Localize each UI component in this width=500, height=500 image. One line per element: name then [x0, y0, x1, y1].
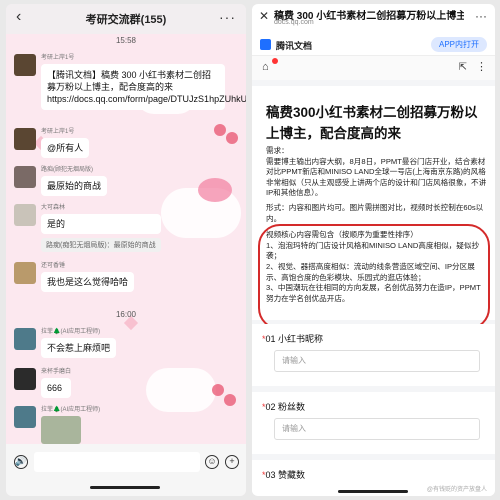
- more-icon[interactable]: ···: [475, 9, 487, 23]
- message-bubble[interactable]: 【腾讯文档】稿费 300 小红书素材二创招募万粉以上博主，配合度高的来 http…: [41, 64, 246, 110]
- sender-name: 考研上岸1号: [41, 55, 75, 61]
- question-card: *02 粉丝数 请输入: [252, 392, 495, 454]
- message-item[interactable]: 大可森林 是的 路痴(痴犯无烟局版)：最原始的商战: [14, 204, 161, 252]
- home-indicator: [338, 490, 408, 493]
- sender-name: 拉菲🌲(AI应用工程师): [41, 407, 101, 413]
- question-card: *03 赞藏数: [252, 460, 495, 480]
- page-domain: docs.qq.com: [274, 19, 314, 26]
- timestamp: 16:00: [115, 310, 137, 319]
- home-icon[interactable]: ⌂: [262, 61, 269, 73]
- more-menu-icon[interactable]: ⋮: [476, 60, 487, 73]
- watermark: @有钱贬的资产放盘人: [426, 487, 487, 493]
- screenshot-root: ‹ 考研交流群(155) ··· 15:58 考研上岸1号 【腾讯文档】稿费 3…: [0, 0, 500, 500]
- avatar[interactable]: [14, 368, 36, 390]
- message-bubble[interactable]: 最原始的商战: [41, 176, 108, 196]
- message-item[interactable]: 路痴(顾犯无烟局版) 最原始的商战: [14, 166, 108, 196]
- sender-name: 路痴(顾犯无烟局版): [41, 167, 93, 173]
- question-card: *01 小红书昵称 请输入: [252, 324, 495, 386]
- follower-count-input[interactable]: 请输入: [274, 418, 480, 440]
- message-bubble[interactable]: 666: [41, 378, 72, 398]
- message-item[interactable]: 考研上岸1号 @所有人: [14, 128, 90, 158]
- app-banner: 腾讯文档 APP内打开: [252, 34, 495, 56]
- form-title: 稿费300小红书素材二创招募万粉以上博主，配合度高的来: [266, 105, 478, 141]
- question-label: *02 粉丝数: [262, 402, 306, 412]
- form-panel: ✕ 稿费 300 小红书素材二创招募万粉以上博主 docs.qq.com ···…: [252, 4, 495, 496]
- notification-badge: [272, 58, 278, 64]
- message-bubble[interactable]: @所有人: [41, 138, 90, 158]
- sender-name: 拉菲🌲(AI应用工程师): [41, 329, 101, 335]
- sender-name: 来杯手磨白: [41, 369, 72, 375]
- message-item[interactable]: 拉菲🌲(AI应用工程师): [14, 406, 100, 444]
- form-header-card: 稿费300小红书素材二创招募万粉以上博主，配合度高的来 需求： 需要博主输出内容大…: [252, 86, 495, 330]
- chat-input-bar: 🔊 ☺ +: [6, 444, 246, 496]
- message-bubble[interactable]: 是的: [41, 214, 161, 234]
- avatar[interactable]: [14, 128, 36, 150]
- message-item[interactable]: 来杯手磨白 666: [14, 368, 72, 398]
- avatar[interactable]: [14, 166, 36, 188]
- message-item[interactable]: 还可香锤 我也是这么觉得哈哈: [14, 262, 135, 292]
- browser-header: ✕ 稿费 300 小红书素材二创招募万粉以上博主 docs.qq.com ···: [252, 4, 495, 30]
- back-icon[interactable]: ‹: [16, 8, 21, 26]
- desc-line: 形式：内容和图片均可。图片需拼图对比，视频时长控制在60s以内。: [266, 202, 484, 223]
- brand-name: 腾讯文档: [276, 41, 313, 51]
- page-footer: @有钱贬的资产放盘人: [252, 480, 495, 496]
- sender-name: 大可森林: [41, 205, 66, 211]
- open-in-app-button[interactable]: APP内打开: [430, 37, 487, 52]
- quoted-message[interactable]: 路痴(痴犯无烟局版)：最原始的商战: [41, 238, 161, 252]
- red-highlight-annotation: [258, 224, 490, 330]
- home-indicator: [90, 486, 160, 489]
- timestamp: 15:58: [115, 36, 137, 45]
- sender-name: 还可香锤: [41, 263, 66, 269]
- desc-line: 需求：: [266, 146, 289, 155]
- message-bubble[interactable]: 不会惹上麻烦吧: [41, 338, 117, 358]
- nickname-input[interactable]: 请输入: [274, 350, 480, 372]
- image-message[interactable]: [41, 416, 81, 444]
- sender-name: 考研上岸1号: [41, 129, 75, 135]
- voice-icon[interactable]: 🔊: [14, 455, 28, 469]
- message-bubble[interactable]: 我也是这么觉得哈哈: [41, 272, 135, 292]
- message-item[interactable]: 考研上岸1号 【腾讯文档】稿费 300 小红书素材二创招募万粉以上博主，配合度高…: [14, 54, 246, 110]
- close-icon[interactable]: ✕: [259, 9, 269, 23]
- message-list[interactable]: 15:58 考研上岸1号 【腾讯文档】稿费 300 小红书素材二创招募万粉以上博…: [6, 34, 246, 444]
- chat-title: 考研交流群(155): [85, 14, 167, 26]
- doc-toolbar: ⌂ ⇱ ⋮: [252, 56, 495, 80]
- message-item[interactable]: 拉菲🌲(AI应用工程师) 不会惹上麻烦吧: [14, 328, 117, 358]
- tencent-docs-logo-icon: [260, 39, 271, 50]
- plus-icon[interactable]: +: [225, 455, 239, 469]
- avatar[interactable]: [14, 204, 36, 226]
- chat-header: ‹ 考研交流群(155) ···: [6, 4, 246, 34]
- emoji-icon[interactable]: ☺: [205, 455, 219, 469]
- message-input[interactable]: [34, 452, 200, 472]
- desc-line: 需要博主输出内容大纲，8月8日，PPMT曼谷门店开业，结合素材对比PPMT新店和…: [266, 156, 487, 198]
- avatar[interactable]: [14, 262, 36, 284]
- more-icon[interactable]: ···: [219, 9, 236, 25]
- chat-panel: ‹ 考研交流群(155) ··· 15:58 考研上岸1号 【腾讯文档】稿费 3…: [6, 4, 246, 496]
- avatar[interactable]: [14, 54, 36, 76]
- open-external-icon[interactable]: ⇱: [459, 62, 467, 73]
- form-body[interactable]: 稿费300小红书素材二创招募万粉以上博主，配合度高的来 需求： 需要博主输出内容大…: [252, 80, 495, 480]
- question-label: *01 小红书昵称: [262, 334, 324, 344]
- avatar[interactable]: [14, 406, 36, 428]
- avatar[interactable]: [14, 328, 36, 350]
